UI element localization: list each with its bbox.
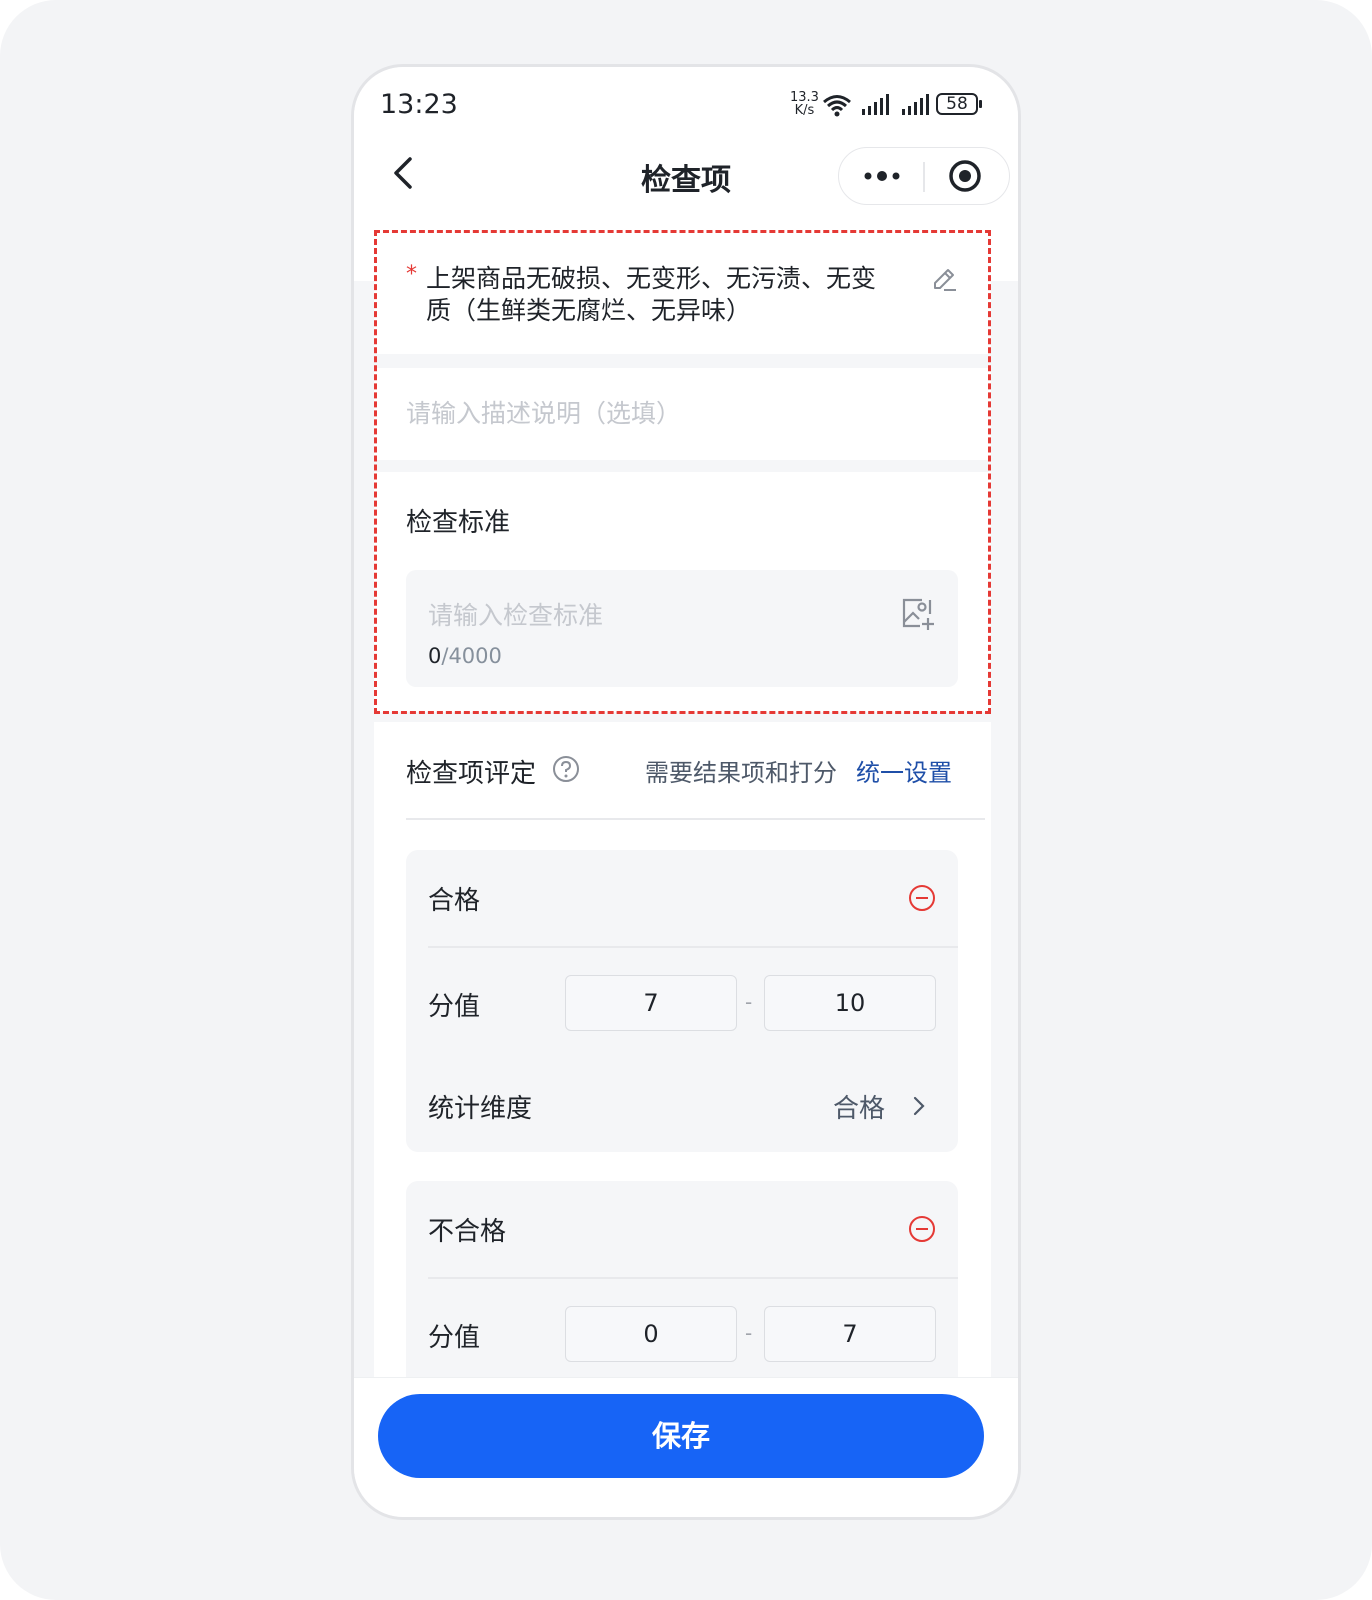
score-label: 分值 [428, 992, 481, 1022]
range-separator: - [745, 1321, 753, 1345]
standard-label: 检查标准 [406, 508, 511, 538]
item-title: 上架商品无破损、无变形、无污渍、无变质（生鲜类无腐烂、无异味） [426, 264, 877, 325]
score-min-input[interactable]: 0 [565, 1306, 737, 1362]
battery-tip [979, 100, 982, 108]
score-label: 分值 [428, 1323, 481, 1353]
description-placeholder: 请输入描述说明（选填） [406, 399, 682, 428]
dimension-value[interactable]: 合格 [833, 1088, 885, 1125]
signal-icon [902, 94, 929, 115]
score-max-input[interactable]: 10 [764, 975, 936, 1031]
wifi-icon [823, 95, 851, 117]
result-name: 合格 [428, 886, 481, 916]
network-speed-unit: K/s [794, 103, 815, 118]
standard-placeholder: 请输入检查标准 [428, 601, 604, 630]
char-counter: 0/4000 [428, 644, 502, 668]
description-field[interactable]: 请输入描述说明（选填） [374, 368, 991, 460]
range-separator: - [745, 990, 753, 1014]
remove-icon[interactable] [908, 884, 936, 912]
result-card-pass: 合格 分值 7 - 10 统计维度 合格 [406, 850, 958, 1152]
standard-input[interactable]: 请输入检查标准 0/4000 [406, 570, 958, 687]
required-mark: * [406, 262, 417, 287]
mini-program-capsule [838, 147, 1010, 205]
signal-icon [862, 94, 889, 115]
result-name: 不合格 [428, 1217, 507, 1247]
save-button[interactable]: 保存 [378, 1394, 984, 1478]
chevron-right-icon[interactable] [912, 1095, 926, 1117]
status-bar: 13:23 13.3 K/s 58 [354, 67, 1018, 143]
evaluation-label: 检查项评定 [406, 759, 537, 789]
network-speed: 13.3 K/s [790, 91, 819, 117]
char-max: /4000 [441, 644, 502, 668]
battery-icon: 58 [936, 93, 978, 115]
evaluation-hint: 需要结果项和打分 [645, 759, 837, 787]
char-count: 0 [428, 644, 442, 668]
score-min-input[interactable]: 7 [565, 975, 737, 1031]
status-time: 13:23 [380, 89, 458, 120]
dimension-label: 统计维度 [428, 1094, 533, 1124]
capsule-divider [923, 162, 925, 192]
remove-icon[interactable] [908, 1215, 936, 1243]
section-divider [406, 818, 985, 820]
phone-frame: 13:23 13.3 K/s 58 检查项 * 上架商品无破损、无变形、无污渍、… [351, 64, 1021, 1520]
more-dots-icon[interactable] [863, 167, 903, 185]
result-divider [428, 946, 958, 948]
result-divider [428, 1277, 958, 1279]
battery-level: 58 [946, 94, 968, 114]
add-image-icon[interactable] [900, 596, 936, 632]
help-icon[interactable] [552, 755, 580, 783]
screenshot-background: 13:23 13.3 K/s 58 检查项 * 上架商品无破损、无变形、无污渍、… [0, 0, 1372, 1600]
unified-settings-link[interactable]: 统一设置 [856, 753, 952, 788]
edit-icon[interactable] [930, 265, 958, 293]
footer-bar: 保存 [354, 1377, 1018, 1517]
target-icon[interactable] [948, 159, 982, 193]
score-max-input[interactable]: 7 [764, 1306, 936, 1362]
